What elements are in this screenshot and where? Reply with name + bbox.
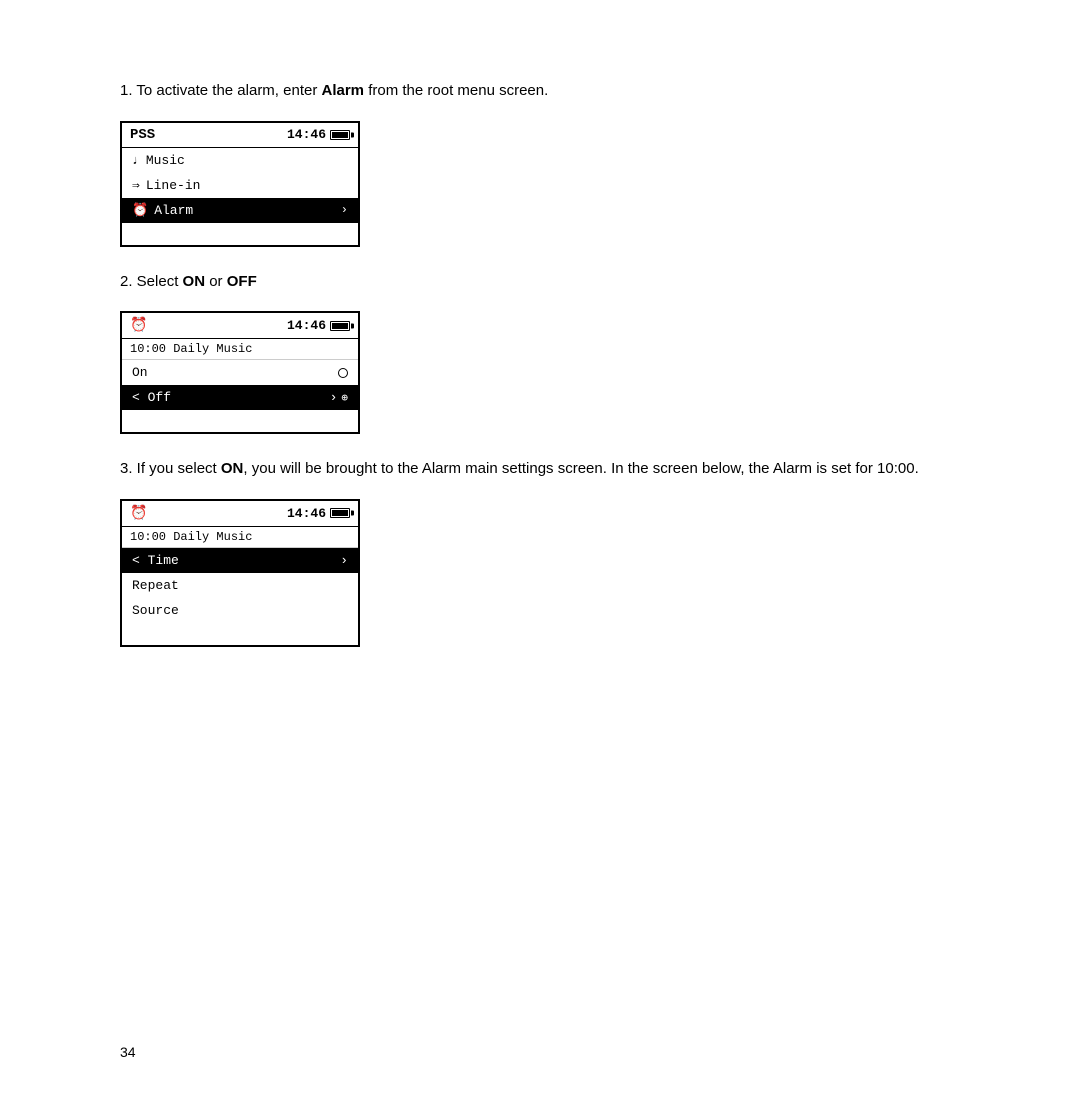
- screen2-time: 14:46: [287, 318, 326, 333]
- screen1: PSS 14:46 ♩ Music ⇒ Line-in ⏰ Alarm ›: [120, 121, 360, 247]
- battery-icon: [330, 130, 350, 140]
- screen1-header: PSS 14:46: [122, 123, 358, 148]
- step1-instruction: 1. To activate the alarm, enter Alarm fr…: [120, 80, 960, 103]
- step1-pre: 1. To activate the alarm, enter: [120, 82, 322, 99]
- battery-icon3: [330, 508, 350, 518]
- screen1-item-music: ♩ Music: [122, 148, 358, 173]
- screen3-item-time: < Time ›: [122, 548, 358, 573]
- screen1-item3-label: Alarm: [154, 203, 193, 218]
- screen3-title: ⏰: [130, 505, 147, 522]
- step3-bold: ON: [221, 460, 244, 477]
- screen3-item1-arrow: ›: [340, 553, 348, 568]
- screen3-item3-label: Source: [132, 603, 179, 618]
- page-content: 1. To activate the alarm, enter Alarm fr…: [120, 80, 960, 647]
- step3-post: , you will be brought to the Alarm main …: [243, 460, 918, 477]
- screen2: ⏰ 14:46 10:00 Daily Music On < Off › ⊕: [120, 311, 360, 434]
- screen2-empty: [122, 410, 358, 432]
- screen1-item1-label: Music: [146, 153, 185, 168]
- screen1-empty: [122, 223, 358, 245]
- screen3-item2-label: Repeat: [132, 578, 179, 593]
- step3-instruction: 3. If you select ON, you will be brought…: [120, 458, 960, 481]
- step2-bold1: ON: [183, 273, 206, 290]
- arrow-right-indicator: ›: [330, 390, 338, 405]
- screen3-item-source: Source: [122, 598, 358, 623]
- battery-icon2: [330, 321, 350, 331]
- screen2-title: ⏰: [130, 317, 147, 334]
- screen3-time-battery: 14:46: [287, 506, 350, 521]
- step2-mid: or: [205, 273, 227, 290]
- step1-post: from the root menu screen.: [364, 82, 548, 99]
- screen2-item1-label: On: [132, 365, 148, 380]
- step2-pre: 2. Select: [120, 273, 183, 290]
- screen3: ⏰ 14:46 10:00 Daily Music < Time › Repea…: [120, 499, 360, 647]
- screen2-item2-label: < Off: [132, 390, 171, 405]
- linein-icon: ⇒: [132, 178, 140, 193]
- screen1-item-linein: ⇒ Line-in: [122, 173, 358, 198]
- screen3-empty: [122, 623, 358, 645]
- music-icon: ♩: [132, 153, 140, 168]
- screen2-header: ⏰ 14:46: [122, 313, 358, 339]
- screen2-subheader: 10:00 Daily Music: [122, 339, 358, 360]
- screen2-item-off: < Off › ⊕: [122, 385, 358, 410]
- alarm-icon: ⏰: [132, 203, 148, 218]
- screen3-time: 14:46: [287, 506, 326, 521]
- step3-pre: 3. If you select: [120, 460, 221, 477]
- step2-instruction: 2. Select ON or OFF: [120, 271, 960, 294]
- step2-bold2: OFF: [227, 273, 257, 290]
- screen3-subheader: 10:00 Daily Music: [122, 527, 358, 548]
- screen3-item1-label: < Time: [132, 553, 179, 568]
- screen1-item3-arrow: ›: [341, 203, 348, 217]
- screen3-header: ⏰ 14:46: [122, 501, 358, 527]
- screen1-time: 14:46: [287, 127, 326, 142]
- settings-icon: ⊕: [341, 391, 348, 405]
- step1-bold: Alarm: [322, 82, 365, 99]
- on-radio: [338, 368, 348, 378]
- screen1-title: PSS: [130, 127, 155, 143]
- screen3-item-repeat: Repeat: [122, 573, 358, 598]
- screen2-time-battery: 14:46: [287, 318, 350, 333]
- screen2-item-on: On: [122, 360, 358, 385]
- screen1-time-battery: 14:46: [287, 127, 350, 142]
- screen1-item2-label: Line-in: [146, 178, 201, 193]
- off-selected-indicator: › ⊕: [330, 390, 348, 405]
- screen1-item-alarm: ⏰ Alarm ›: [122, 198, 358, 223]
- page-number: 34: [120, 1044, 136, 1060]
